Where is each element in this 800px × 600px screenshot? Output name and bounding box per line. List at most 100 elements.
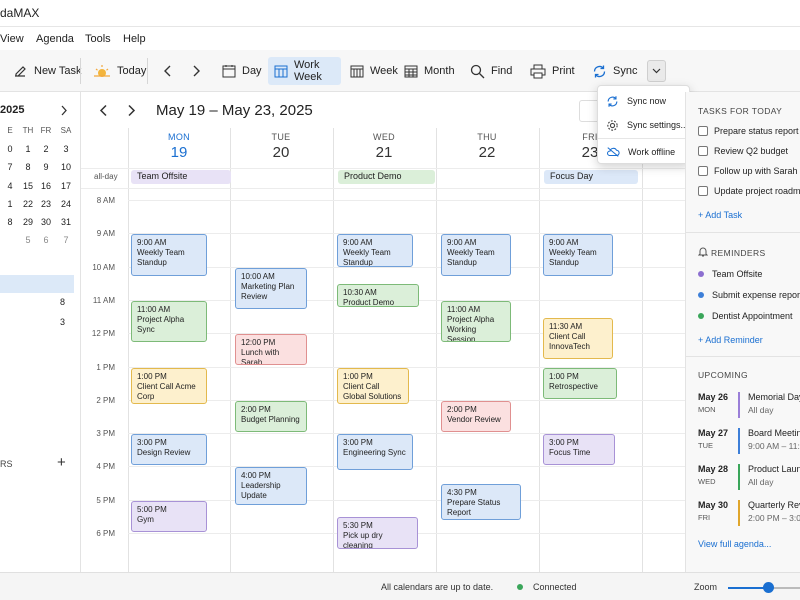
chevron-right-icon[interactable] — [60, 105, 68, 116]
calendar-event[interactable]: 3:00 PM Engineering Sync — [337, 434, 413, 471]
new-task-label: New Task — [34, 65, 82, 77]
calendar-event[interactable]: 3:00 PM Focus Time — [543, 434, 615, 466]
mini-calendar-date[interactable]: 7 — [56, 235, 76, 245]
right-pane: TASKS FOR TODAY Prepare status report Re… — [685, 92, 800, 572]
mini-calendar-date[interactable]: 31 — [56, 217, 76, 227]
day-header[interactable]: TUE 20 — [230, 132, 332, 161]
calendar-event[interactable]: 10:30 AMProduct Demo Prep — [337, 284, 419, 308]
work-offline-item[interactable]: Work offline — [598, 140, 691, 164]
all-day-event[interactable]: Focus Day — [544, 170, 638, 184]
mini-calendar-date[interactable]: 30 — [36, 217, 56, 227]
calendar-event[interactable]: 9:00 AM Weekly Team Standup — [131, 234, 207, 276]
menu-view[interactable]: View — [0, 33, 24, 45]
reminder-item[interactable]: Team Offsite — [698, 269, 762, 279]
task-item[interactable]: Follow up with Sarah — [698, 166, 798, 176]
calendar-event[interactable]: 10:00 AM Marketing Plan Review — [235, 267, 307, 309]
event-time: 3:00 PM — [549, 438, 579, 448]
calendar-event[interactable]: 5:00 PM Gym — [131, 500, 207, 532]
new-task-button[interactable]: New Task — [6, 57, 87, 85]
mini-calendar-date[interactable]: 23 — [36, 199, 56, 209]
mini-calendar-current-week[interactable] — [0, 275, 74, 293]
mini-calendar-date[interactable]: 8 — [60, 297, 65, 307]
next-period-button[interactable] — [185, 57, 207, 85]
upcoming-item[interactable]: May 27 TUE Board Meeting 9:00 AM – 11:0 — [698, 428, 800, 458]
all-day-event[interactable]: Product Demo — [338, 170, 435, 184]
mini-calendar-date[interactable]: 10 — [56, 162, 76, 172]
mini-calendar-date[interactable]: 8 — [18, 162, 38, 172]
mini-calendar-date[interactable]: 15 — [18, 181, 38, 191]
day-header[interactable]: THU 22 — [436, 132, 538, 161]
next-week-icon[interactable] — [126, 104, 136, 117]
zoom-slider-thumb[interactable] — [762, 582, 774, 593]
month-view-button[interactable]: Month — [398, 57, 461, 85]
mini-calendar-date[interactable]: 5 — [18, 235, 38, 245]
calendar-event[interactable]: 12:00 PM Lunch with Sarah — [235, 334, 307, 366]
task-item[interactable]: Review Q2 budget — [698, 146, 788, 156]
mini-calendar-date[interactable]: 0 — [0, 144, 20, 154]
previous-period-button[interactable] — [157, 57, 179, 85]
print-button[interactable]: Print — [524, 57, 581, 85]
mini-calendar-date[interactable]: 6 — [36, 235, 56, 245]
mini-calendar-date[interactable]: 4 — [0, 181, 20, 191]
calendar-event[interactable]: 1:00 PM Retrospective — [543, 367, 617, 399]
task-item[interactable]: Prepare status report — [698, 126, 799, 136]
mini-calendar-date[interactable]: 22 — [18, 199, 38, 209]
calendar-event[interactable]: 4:30 PM Prepare Status Report — [441, 484, 521, 521]
upcoming-item[interactable]: May 28 WED Product Launch All day — [698, 464, 800, 494]
task-checkbox[interactable] — [698, 126, 708, 136]
calendar-event[interactable]: 9:00 AM Weekly Team Standup — [337, 234, 413, 268]
task-checkbox[interactable] — [698, 146, 708, 156]
calendar-event[interactable]: 2:00 PM Vendor Review — [441, 400, 511, 433]
task-checkbox[interactable] — [698, 186, 708, 196]
day-view-button[interactable]: Day — [216, 57, 268, 85]
menu-agenda[interactable]: Agenda — [36, 33, 74, 45]
day-header[interactable]: WED 21 — [333, 132, 435, 161]
previous-week-icon[interactable] — [99, 104, 109, 117]
mini-calendar-date[interactable]: 9 — [36, 162, 56, 172]
reminder-item[interactable]: Dentist Appointment — [698, 311, 793, 321]
sync-now-item[interactable]: Sync now — [598, 89, 691, 113]
calendar-event[interactable]: 9:00 AM Weekly Team Standup — [543, 234, 613, 276]
mini-calendar-date[interactable]: 8 — [0, 217, 20, 227]
mini-calendar-date[interactable]: 17 — [56, 181, 76, 191]
upcoming-item[interactable]: May 30 FRI Quarterly Review 2:00 PM – 3:00 — [698, 500, 800, 530]
calendar-event[interactable]: 11:00 AM Project Alpha Sync — [131, 300, 207, 343]
calendar-event[interactable]: 4:00 PM Leadership Update — [235, 467, 307, 506]
week-view-button[interactable]: Week — [344, 57, 404, 85]
mini-calendar-date[interactable]: 3 — [56, 144, 76, 154]
all-day-event[interactable]: Team Offsite — [131, 170, 231, 184]
mini-calendar-date[interactable]: 2 — [36, 144, 56, 154]
mini-calendar-date[interactable]: 16 — [36, 181, 56, 191]
calendar-event[interactable]: 2:00 PM Budget Planning — [235, 400, 307, 433]
sync-button[interactable]: Sync — [586, 57, 643, 85]
add-task-link[interactable]: + Add Task — [698, 210, 742, 220]
reminder-item[interactable]: Submit expense report — [698, 290, 800, 300]
calendar-event[interactable]: 3:00 PM Design Review — [131, 434, 207, 466]
mini-calendar-date[interactable]: 1 — [18, 144, 38, 154]
calendar-event[interactable]: 5:30 PM Pick up dry cleaning — [337, 517, 418, 549]
mini-calendar-date[interactable]: 7 — [0, 162, 20, 172]
upcoming-item[interactable]: May 26 MON Memorial Day All day — [698, 392, 800, 422]
sync-settings-item[interactable]: Sync settings... — [598, 113, 691, 137]
work-week-view-button[interactable]: Work Week — [268, 57, 341, 85]
mini-calendar-date[interactable]: 24 — [56, 199, 76, 209]
view-full-agenda-link[interactable]: View full agenda... — [698, 539, 771, 549]
task-item[interactable]: Update project roadmap — [698, 186, 800, 196]
add-reminder-link[interactable]: + Add Reminder — [698, 335, 763, 345]
menu-help[interactable]: Help — [123, 33, 146, 45]
mini-calendar-date[interactable]: 3 — [60, 317, 65, 327]
today-button[interactable]: Today — [87, 57, 152, 85]
task-checkbox[interactable] — [698, 166, 708, 176]
menu-tools[interactable]: Tools — [85, 33, 111, 45]
calendar-event[interactable]: 1:00 PM Client Call Global Solutions — [337, 367, 409, 404]
day-header[interactable]: MON 19 — [128, 132, 230, 161]
calendar-event[interactable]: 9:00 AM Weekly Team Standup — [441, 234, 511, 276]
mini-calendar-date[interactable]: 1 — [0, 199, 20, 209]
find-button[interactable]: Find — [464, 57, 518, 85]
calendar-event[interactable]: 11:30 AM Client Call InnovaTech — [543, 317, 613, 359]
calendar-event[interactable]: 11:00 AM Project Alpha Working Session — [441, 300, 511, 343]
sync-dropdown-button[interactable] — [647, 60, 666, 82]
calendar-event[interactable]: 1:00 PM Client Call Acme Corp — [131, 367, 207, 404]
mini-calendar-date[interactable]: 29 — [18, 217, 38, 227]
add-calendar-button[interactable]: + — [57, 454, 66, 471]
